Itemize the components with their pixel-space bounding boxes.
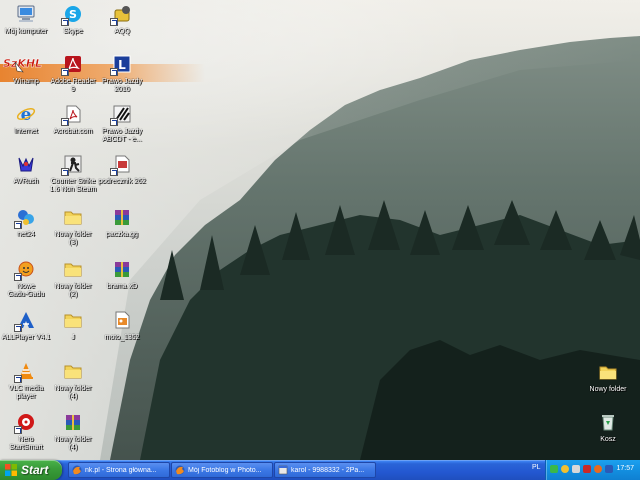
icon-label: Prawo Jazdy 2010 bbox=[101, 78, 143, 93]
svg-text:e: e bbox=[21, 105, 32, 124]
tray-network-icon[interactable] bbox=[550, 465, 558, 473]
icon-label: Prawo Jazdy ABCDT - e... bbox=[101, 128, 143, 143]
tray-skype-icon[interactable] bbox=[605, 465, 613, 473]
firefox-icon bbox=[175, 465, 185, 475]
desktop-icon-nero[interactable]: Nero StartSmart bbox=[0, 410, 52, 460]
icon-label: paczka.gg bbox=[106, 231, 138, 238]
internet-explorer-icon: e bbox=[15, 103, 37, 125]
taskbar-button-nk[interactable]: nk.pl - Strona główna... bbox=[68, 462, 170, 478]
tray-volume-icon[interactable] bbox=[572, 465, 580, 473]
windows-logo-icon bbox=[5, 464, 17, 476]
icon-label: podrecznik 262 bbox=[98, 178, 146, 185]
icon-label: Nowy folder (4) bbox=[54, 385, 92, 400]
desktop-icon-brama-xd[interactable]: brama xD bbox=[96, 257, 148, 315]
folder-icon bbox=[597, 361, 619, 383]
prawo-jazdy-icon: L bbox=[110, 53, 133, 76]
desktop-icon-podrecznik[interactable]: podrecznik 262 bbox=[96, 152, 148, 210]
allplayer-icon bbox=[14, 309, 37, 332]
icon-label: AQQ bbox=[114, 28, 130, 35]
desktop-icon-paczka-gg[interactable]: paczka.gg bbox=[96, 205, 148, 263]
svg-text:L: L bbox=[118, 58, 126, 72]
task-label: nk.pl - Strona główna... bbox=[85, 466, 157, 474]
icon-label: brama xD bbox=[106, 283, 138, 290]
net24-icon bbox=[14, 206, 37, 229]
aqq-icon bbox=[110, 3, 133, 26]
my-computer-icon bbox=[15, 3, 37, 25]
acrobat-icon bbox=[61, 103, 84, 126]
system-tray: PL 17:57 bbox=[532, 460, 640, 480]
folder-icon bbox=[62, 206, 84, 228]
image-file-icon bbox=[111, 309, 133, 331]
task-label: karol - 9988332 - 2Pa... bbox=[291, 466, 365, 474]
icon-label: Kosz bbox=[600, 436, 616, 443]
task-label: Mój Fotoblog w Photo... bbox=[188, 466, 262, 474]
folder-icon bbox=[62, 258, 84, 280]
recycle-bin-icon bbox=[597, 411, 619, 433]
desktop[interactable]: Mój komputer S Skype AQQ SzKHL Winamp Ad… bbox=[0, 0, 640, 460]
winrar-archive-icon bbox=[62, 411, 84, 433]
gadu-gadu-icon bbox=[14, 258, 37, 281]
clock[interactable]: 17:57 bbox=[616, 465, 634, 472]
counter-strike-icon bbox=[61, 153, 84, 176]
desktop-icon-moto-1352[interactable]: moto_1352 bbox=[96, 308, 148, 366]
firefox-icon bbox=[72, 465, 82, 475]
avrush-icon bbox=[15, 153, 37, 175]
skype-icon: S bbox=[61, 3, 84, 26]
tray-shield-icon[interactable] bbox=[583, 465, 591, 473]
folder-icon bbox=[62, 309, 84, 331]
adobe-reader-icon bbox=[61, 53, 84, 76]
desktop-icon-nowy-folder-4[interactable]: Nowy folder (4) bbox=[47, 359, 99, 417]
icon-label: moto_1352 bbox=[104, 334, 140, 341]
desktop-icon-kosz[interactable]: Kosz bbox=[582, 410, 634, 460]
taskbar: Start nk.pl - Strona główna... Mój Fotob… bbox=[0, 460, 640, 480]
vlc-icon bbox=[14, 360, 37, 383]
folder-icon bbox=[62, 360, 84, 382]
nero-icon bbox=[14, 411, 37, 434]
document-icon bbox=[110, 153, 133, 176]
desktop-icon-nowy-folder-4-archive[interactable]: Nowy folder (4) bbox=[47, 410, 99, 460]
language-indicator[interactable]: PL bbox=[532, 464, 541, 471]
winrar-archive-icon bbox=[111, 258, 133, 280]
icon-label: Nowy folder (4) bbox=[54, 436, 92, 451]
tray-gadu-icon[interactable] bbox=[561, 465, 569, 473]
taskbar-button-karol[interactable]: karol - 9988332 - 2Pa... bbox=[274, 462, 376, 478]
icon-label: Nowy folder bbox=[589, 386, 627, 393]
start-button[interactable]: Start bbox=[0, 460, 62, 480]
chat-window-icon bbox=[278, 465, 288, 475]
tray-app-icon[interactable] bbox=[594, 465, 602, 473]
winrar-archive-icon bbox=[111, 206, 133, 228]
svg-text:S: S bbox=[69, 8, 77, 21]
prawo-jazdy-abcdt-icon bbox=[110, 103, 133, 126]
taskbar-button-fotoblog[interactable]: Mój Fotoblog w Photo... bbox=[171, 462, 273, 478]
winamp-icon: SzKHL bbox=[1, 53, 51, 75]
start-label: Start bbox=[21, 463, 49, 477]
svg-text:SzKHL: SzKHL bbox=[3, 57, 42, 70]
